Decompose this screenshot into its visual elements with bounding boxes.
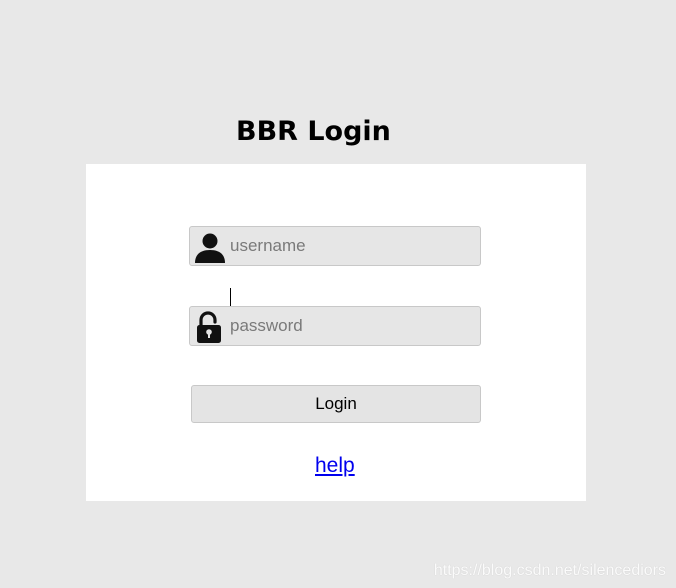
- user-icon: [193, 230, 227, 264]
- password-field-container[interactable]: [189, 306, 481, 346]
- username-field-container[interactable]: [189, 226, 481, 266]
- text-cursor: [230, 288, 231, 308]
- page-title: BBR Login: [236, 116, 391, 147]
- lock-icon: [193, 310, 227, 344]
- login-button[interactable]: Login: [191, 385, 481, 423]
- username-input[interactable]: [230, 227, 475, 265]
- help-link[interactable]: help: [315, 452, 355, 480]
- watermark-text: https://blog.csdn.net/silencediors: [433, 562, 666, 579]
- password-input[interactable]: [230, 307, 475, 345]
